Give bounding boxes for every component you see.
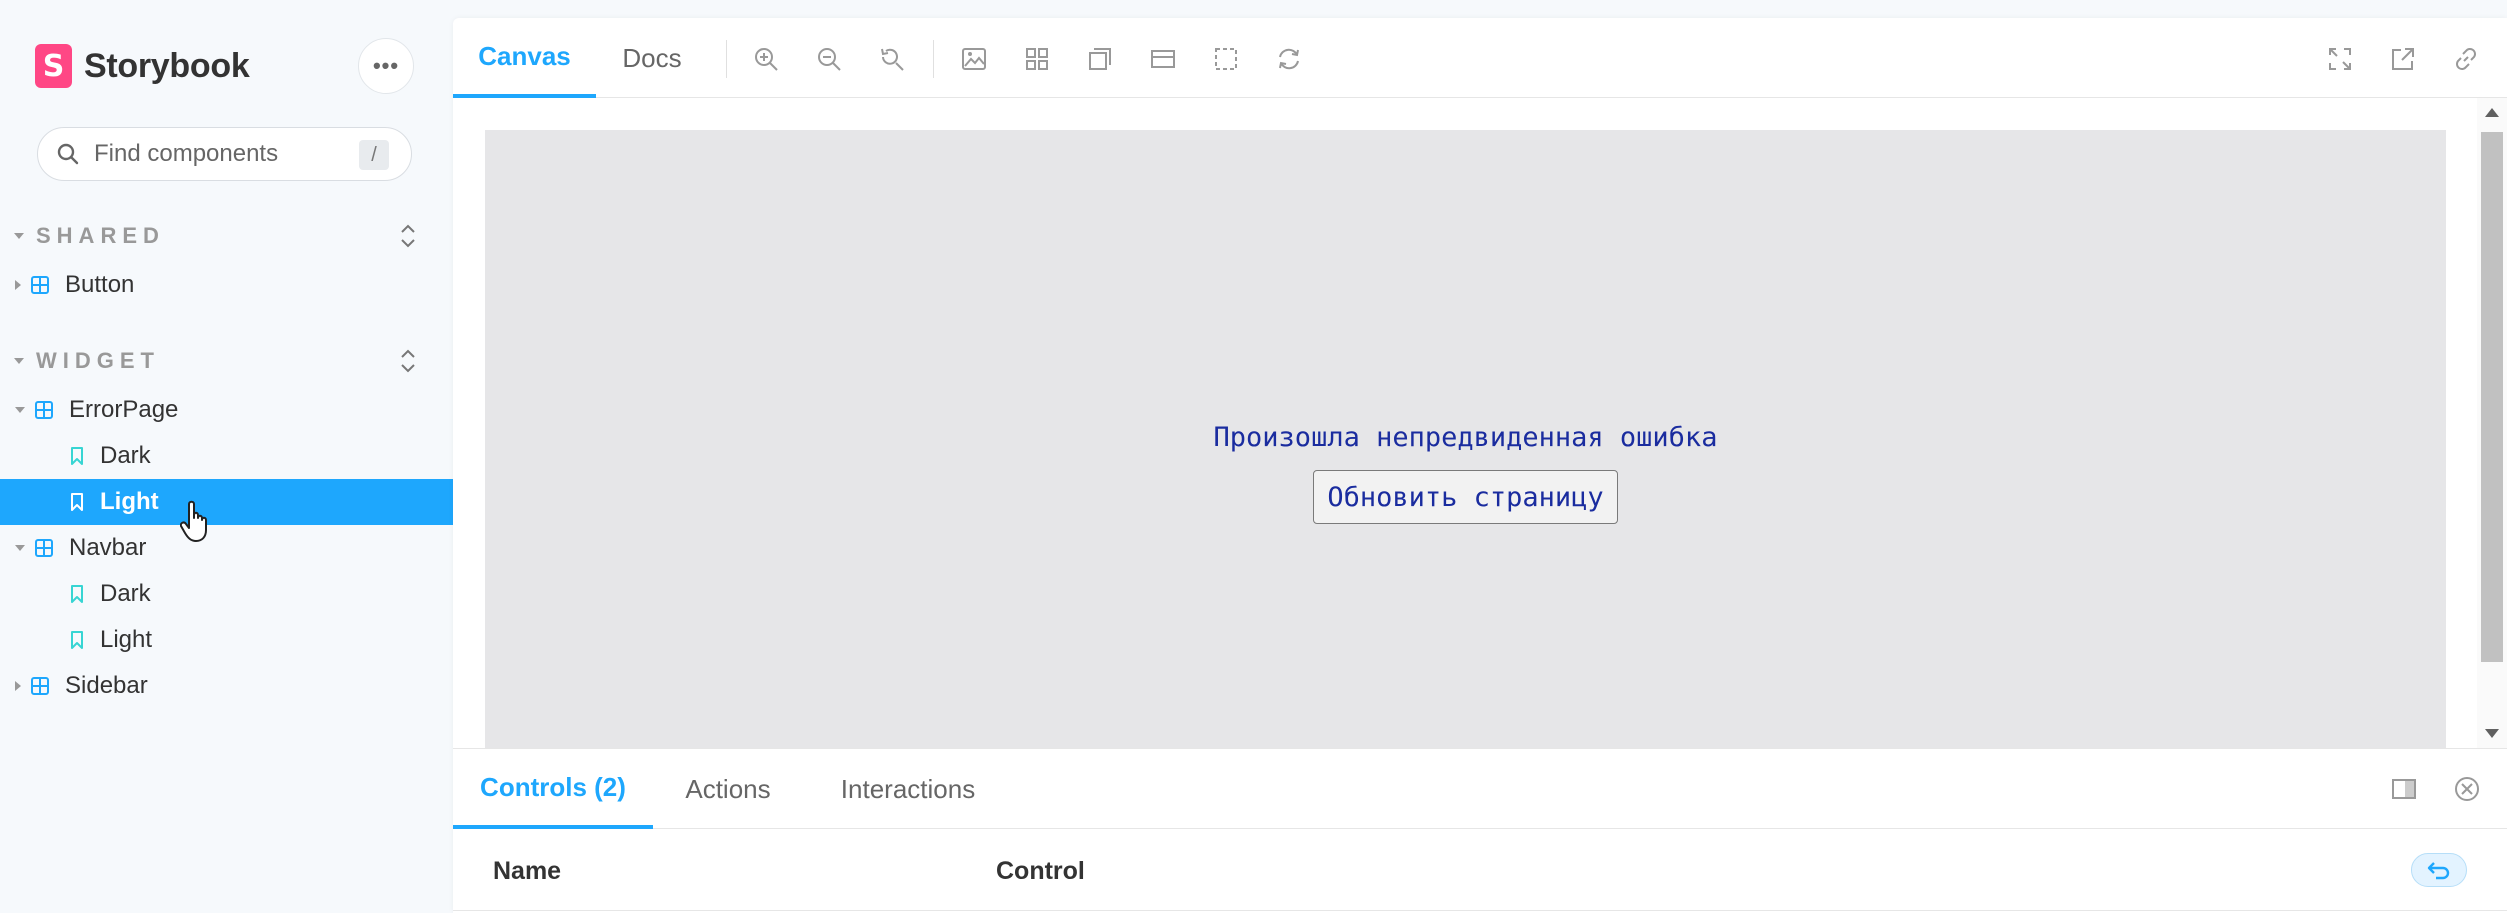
scrollbar-thumb[interactable] (2481, 132, 2503, 662)
sidebar-item-label: Button (65, 271, 135, 298)
sidebar-item-errorpage-dark[interactable]: Dark (0, 433, 453, 479)
bookmark-icon (71, 493, 83, 511)
sidebar-item-label: Dark (100, 442, 151, 469)
component-icon (31, 276, 49, 294)
outline-icon[interactable] (1087, 46, 1113, 72)
brand[interactable]: S Storybook (35, 44, 250, 88)
preview-scrollbar[interactable] (2477, 98, 2507, 748)
sidebar-item-navbar-dark[interactable]: Dark (0, 571, 453, 617)
caret-down-icon (15, 407, 25, 413)
expand-collapse-icon[interactable] (398, 222, 418, 250)
group-header-shared[interactable]: SHARED (14, 216, 434, 256)
component-icon (35, 539, 53, 557)
grid-icon[interactable] (1024, 46, 1050, 72)
caret-down-icon (14, 233, 24, 239)
sidebar-item-navbar[interactable]: Navbar (0, 525, 453, 571)
measure-icon[interactable] (1213, 46, 1239, 72)
search-box[interactable]: / (37, 127, 412, 181)
tab-interactions[interactable]: Interactions (803, 749, 1013, 829)
remount-icon[interactable] (1276, 46, 1302, 72)
component-icon (35, 401, 53, 419)
search-input[interactable] (94, 140, 354, 168)
story-canvas: Произошла непредвиденная ошибка Обновить… (485, 130, 2446, 750)
column-header-name: Name (493, 857, 562, 885)
controls-table-header: Name Control (453, 829, 2507, 911)
sidebar-item-navbar-light[interactable]: Light (0, 617, 453, 663)
caret-down-icon (15, 545, 25, 551)
tab-docs[interactable]: Docs (596, 18, 708, 98)
bookmark-icon (71, 447, 83, 465)
error-message: Произошла непредвиденная ошибка (1213, 422, 1718, 453)
bookmark-icon (71, 631, 83, 649)
zoom-out-icon[interactable] (816, 46, 842, 72)
close-panel-icon[interactable] (2453, 775, 2481, 803)
sidebar-item-label: Light (100, 626, 153, 653)
more-options-button[interactable]: ••• (358, 38, 414, 94)
zoom-reset-icon[interactable] (879, 46, 905, 72)
fullscreen-icon[interactable] (2327, 46, 2353, 72)
refresh-page-button[interactable]: Обновить страницу (1313, 470, 1618, 524)
tab-controls[interactable]: Controls (2) (453, 749, 653, 829)
scroll-down-arrow-icon[interactable] (2485, 729, 2499, 738)
caret-right-icon (15, 280, 21, 290)
sidebar-item-sidebar[interactable]: Sidebar (0, 663, 453, 709)
panel-orientation-icon[interactable] (2390, 775, 2418, 803)
column-header-control: Control (996, 857, 1085, 885)
sidebar-item-errorpage-light[interactable]: Light (0, 479, 453, 525)
tab-actions[interactable]: Actions (653, 749, 803, 829)
sidebar-item-label: Light (100, 488, 159, 515)
hand-cursor-icon (180, 500, 207, 542)
open-new-tab-icon[interactable] (2390, 46, 2416, 72)
sidebar-item-label: Navbar (69, 534, 147, 561)
sidebar-item-label: Sidebar (65, 672, 148, 699)
group-title: WIDGET (36, 348, 160, 373)
toolbar-divider (726, 40, 727, 78)
storybook-logo-icon: S (35, 44, 72, 88)
expand-collapse-icon[interactable] (398, 347, 418, 375)
caret-right-icon (15, 681, 21, 691)
toolbar: Canvas Docs (453, 18, 2507, 98)
viewport-icon[interactable] (1150, 46, 1176, 72)
group-title: SHARED (36, 223, 165, 248)
brand-name: Storybook (84, 46, 250, 85)
group-header-widget[interactable]: WIDGET (14, 341, 434, 381)
sidebar-item-label: ErrorPage (69, 396, 179, 423)
main-panel: Canvas Docs Произошла непредвиденная оши… (453, 18, 2507, 913)
caret-down-icon (14, 358, 24, 364)
sidebar-item-button[interactable]: Button (0, 262, 453, 308)
sidebar-item-label: Dark (100, 580, 151, 607)
background-icon[interactable] (961, 46, 987, 72)
addons-panel: Controls (2) Actions Interactions Name C… (453, 748, 2507, 913)
component-icon (31, 677, 49, 695)
search-icon (57, 143, 79, 165)
sidebar: S Storybook ••• / SHARED Button WIDGET (0, 0, 453, 913)
scroll-up-arrow-icon[interactable] (2485, 108, 2499, 117)
search-shortcut-badge: / (359, 140, 389, 170)
zoom-in-icon[interactable] (753, 46, 779, 72)
toolbar-divider (933, 40, 934, 78)
undo-icon (2427, 862, 2450, 880)
tab-canvas[interactable]: Canvas (453, 18, 596, 98)
copy-link-icon[interactable] (2453, 46, 2479, 72)
preview-area: Произошла непредвиденная ошибка Обновить… (453, 98, 2507, 750)
addons-tabbar: Controls (2) Actions Interactions (453, 749, 2507, 829)
reset-controls-button[interactable] (2411, 853, 2467, 887)
bookmark-icon (71, 585, 83, 603)
sidebar-item-errorpage[interactable]: ErrorPage (0, 387, 453, 433)
